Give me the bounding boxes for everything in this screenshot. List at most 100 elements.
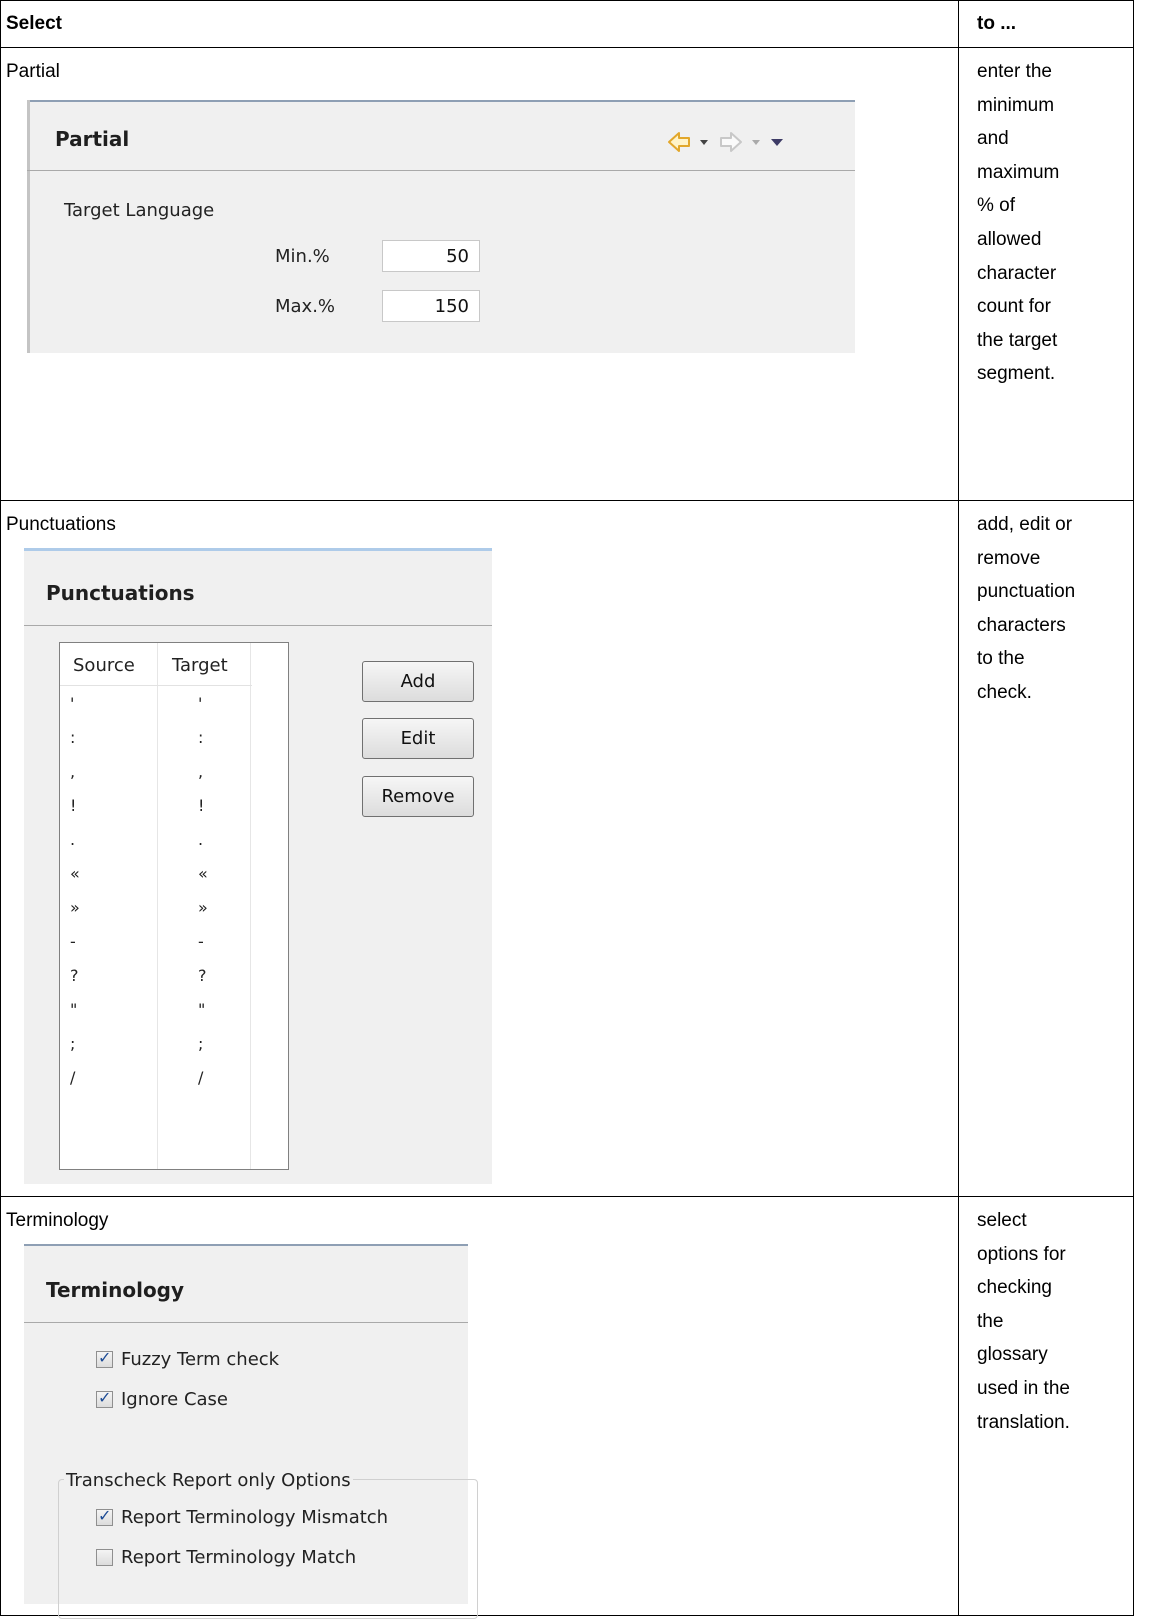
column-divider — [250, 643, 251, 1169]
table-row[interactable]: »» — [60, 891, 250, 924]
panel-top-border — [24, 1244, 468, 1246]
table-row[interactable]: ;; — [60, 1027, 250, 1060]
punctuations-panel: Punctuations Source Target ' '::,,!!.. ««»… — [24, 548, 492, 1184]
back-dropdown-icon[interactable] — [700, 140, 708, 145]
table-border-right — [1133, 0, 1134, 1616]
description-line: characters — [977, 614, 1066, 636]
table-row[interactable]: / / — [60, 1061, 250, 1094]
column-header-target[interactable]: Target — [172, 655, 228, 676]
description-line: count for — [977, 296, 1051, 318]
checkbox[interactable] — [96, 1549, 113, 1566]
description-line: character — [977, 262, 1057, 284]
checkbox[interactable] — [96, 1348, 113, 1368]
source-cell: « — [70, 864, 80, 883]
header-select: Select — [6, 13, 62, 34]
source-cell: ? — [70, 966, 79, 985]
table-row-divider — [0, 1196, 1134, 1197]
min-percent-input[interactable] — [382, 240, 480, 272]
source-cell: ; — [70, 1034, 76, 1053]
target-cell: . — [198, 830, 204, 849]
row-description-terminology: select options for checking the glossary… — [977, 1204, 1127, 1439]
panel-left-border — [27, 100, 30, 353]
table-row[interactable]: !! — [60, 789, 250, 822]
description-line: glossary — [977, 1344, 1048, 1366]
max-percent-input[interactable] — [382, 290, 480, 322]
panel-title-separator — [24, 625, 492, 626]
terminology-panel: Terminology Fuzzy Term check Ignore Case… — [24, 1244, 478, 1619]
source-cell: : — [70, 728, 76, 747]
edit-button[interactable]: Edit — [362, 718, 474, 759]
report-terminology-match-option[interactable]: Report Terminology Match — [96, 1547, 356, 1568]
table-column-divider — [958, 0, 959, 1616]
remove-button[interactable]: Remove — [362, 776, 474, 817]
table-row[interactable]: ' ' — [60, 687, 250, 720]
add-button[interactable]: Add — [362, 661, 474, 702]
description-line: translation. — [977, 1411, 1070, 1433]
panel-title-separator — [24, 1322, 468, 1323]
description-line: to the — [977, 648, 1025, 670]
panel-top-border — [24, 548, 492, 551]
forward-arrow-icon[interactable] — [720, 132, 742, 152]
description-line: minimum — [977, 94, 1055, 116]
row-description-partial: enter the minimum and maximum % of allow… — [977, 55, 1127, 391]
table-row[interactable]: :: — [60, 721, 250, 754]
fuzzy-term-check-option[interactable]: Fuzzy Term check — [96, 1348, 280, 1370]
description-line: the target — [977, 329, 1058, 351]
description-line: punctuation — [977, 581, 1076, 603]
description-line: add, edit or — [977, 514, 1073, 535]
forward-dropdown-icon[interactable] — [752, 140, 760, 145]
target-cell: ? — [198, 966, 207, 985]
row-label-punctuations: Punctuations — [6, 514, 116, 535]
table-row[interactable]: .. — [60, 823, 250, 856]
description-line: options for — [977, 1243, 1066, 1265]
panel-title: Punctuations — [46, 581, 195, 605]
table-row[interactable]: «« — [60, 857, 250, 890]
option-label: Report Terminology Match — [121, 1547, 357, 1568]
description-line: the — [977, 1310, 1004, 1332]
header-to: to ... — [977, 13, 1017, 34]
description-line: select — [977, 1210, 1027, 1231]
source-cell: . — [70, 830, 76, 849]
source-cell: " — [70, 1000, 78, 1019]
target-cell: ; — [198, 1034, 204, 1053]
panel-top-border — [27, 100, 855, 102]
ignore-case-option[interactable]: Ignore Case — [96, 1388, 228, 1410]
description-line: maximum — [977, 161, 1060, 183]
back-arrow-icon[interactable] — [668, 132, 690, 152]
description-line: and — [977, 128, 1009, 150]
target-cell: ' — [198, 694, 203, 713]
description-line: segment. — [977, 363, 1056, 385]
target-cell: / — [198, 1068, 204, 1087]
source-cell: ! — [70, 796, 77, 815]
report-terminology-mismatch-option[interactable]: Report Terminology Mismatch — [96, 1506, 388, 1528]
panel-title: Partial — [55, 127, 130, 151]
table-border-top — [0, 0, 1134, 1]
view-menu-icon[interactable] — [771, 139, 783, 146]
target-cell: : — [198, 728, 204, 747]
target-cell: ! — [198, 796, 205, 815]
checkbox[interactable] — [96, 1388, 113, 1408]
description-line: used in the — [977, 1377, 1070, 1399]
punctuation-table[interactable]: Source Target ' '::,,!!.. ««»» - -?? " ";; / / — [59, 642, 289, 1170]
target-cell: , — [198, 762, 204, 781]
target-cell: « — [198, 864, 208, 883]
source-cell: / — [70, 1068, 76, 1087]
column-header-source[interactable]: Source — [73, 655, 135, 676]
table-row[interactable]: " " — [60, 993, 250, 1026]
row-description-punctuations: add, edit or remove punctuation characte… — [977, 508, 1127, 710]
panel-toolbar — [668, 132, 783, 152]
table-row[interactable]: ,, — [60, 755, 250, 788]
max-percent-label: Max.% — [275, 296, 336, 317]
row-label-partial: Partial — [6, 61, 60, 82]
source-cell: , — [70, 762, 76, 781]
row-label-terminology: Terminology — [6, 1210, 109, 1231]
target-cell: - — [198, 932, 204, 951]
table-row[interactable]: ?? — [60, 959, 250, 992]
table-row[interactable]: -- — [60, 925, 250, 958]
option-label: Fuzzy Term check — [121, 1349, 280, 1370]
checkbox[interactable] — [96, 1506, 113, 1526]
min-percent-label: Min.% — [275, 246, 330, 267]
panel-title-separator — [27, 170, 855, 171]
target-cell: " — [198, 1000, 206, 1019]
panel-title: Terminology — [46, 1278, 185, 1302]
